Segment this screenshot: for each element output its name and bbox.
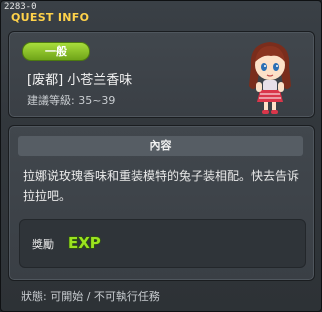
window-title: QUEST INFO (11, 11, 90, 24)
content-header: 內容 (18, 136, 303, 156)
recommended-level: 建議等級: 35~39 (27, 94, 116, 107)
reward-box: 獎勵 EXP (19, 219, 306, 268)
exp-icon: EXP (67, 233, 101, 252)
quest-status: 狀態: 可開始 / 不可執行任務 (21, 290, 160, 303)
quest-content-panel: 內容 拉娜说玫瑰香味和重装模特的兔子装相配。快去告诉拉拉吧。 獎勵 EXP (8, 125, 315, 281)
quest-summary-panel: 一般 [废都] 小苍兰香味 建議等級: 35~39 (8, 31, 315, 118)
quest-name: [废都] 小苍兰香味 (27, 73, 133, 88)
title-bar[interactable]: 2283-0 QUEST INFO (1, 1, 321, 25)
category-badge: 一般 (22, 42, 90, 61)
quest-info-window: 2283-0 QUEST INFO 一般 [废都] 小苍兰香味 建議等級: 35… (0, 0, 322, 312)
reward-label: 獎勵 (32, 238, 54, 251)
svg-text:EXP: EXP (68, 234, 101, 252)
quest-description: 拉娜说玫瑰香味和重装模特的兔子装相配。快去告诉拉拉吧。 (23, 169, 300, 203)
npc-avatar (249, 42, 291, 114)
